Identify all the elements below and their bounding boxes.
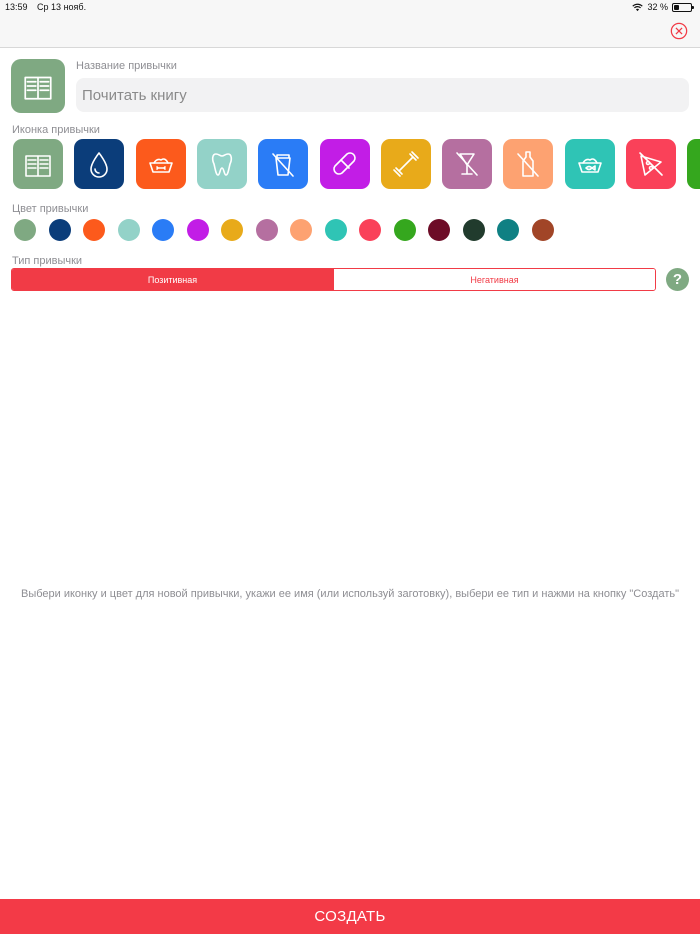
- fish-bowl-icon[interactable]: [564, 139, 615, 189]
- color-swatch[interactable]: [393, 219, 416, 241]
- color-swatch[interactable]: [48, 219, 71, 241]
- color-swatch[interactable]: [255, 219, 278, 241]
- instruction-hint: Выбери иконку и цвет для новой привычки,…: [20, 588, 680, 600]
- no-coffee-icon[interactable]: [258, 139, 309, 189]
- status-date: Ср 13 нояб.: [37, 2, 87, 12]
- color-swatch[interactable]: [497, 219, 519, 241]
- icon-section-label: Иконка привычки: [12, 124, 100, 136]
- no-bottle-icon[interactable]: [503, 139, 554, 189]
- segment-negative[interactable]: Негативная: [333, 269, 655, 290]
- color-swatch[interactable]: [152, 219, 174, 241]
- habit-name-input[interactable]: [76, 78, 689, 112]
- pill-icon[interactable]: [319, 139, 370, 189]
- wifi-icon: [632, 3, 644, 11]
- color-swatch[interactable]: [324, 219, 347, 241]
- color-swatch[interactable]: [462, 219, 485, 241]
- no-pizza-icon[interactable]: [626, 139, 676, 189]
- dumbbell-icon[interactable]: [380, 139, 431, 189]
- close-icon[interactable]: [670, 22, 688, 40]
- status-bar: 13:59 Ср 13 нояб. 32 %: [0, 0, 700, 14]
- icon-picker[interactable]: [13, 139, 700, 191]
- segment-positive[interactable]: Позитивная: [12, 269, 333, 290]
- battery-percent: 32 %: [647, 2, 668, 12]
- status-time: 13:59: [5, 2, 28, 12]
- partial-icon[interactable]: [687, 139, 700, 189]
- habit-preview-icon: [11, 59, 65, 113]
- pet-bowl-icon[interactable]: [135, 139, 186, 189]
- create-button[interactable]: СОЗДАТЬ: [0, 899, 700, 934]
- type-section-label: Тип привычки: [12, 255, 83, 267]
- color-swatch[interactable]: [117, 219, 140, 241]
- color-swatch[interactable]: [186, 219, 209, 241]
- color-swatch[interactable]: [359, 219, 381, 241]
- color-swatch[interactable]: [83, 219, 105, 241]
- color-swatch[interactable]: [14, 219, 36, 241]
- color-section-label: Цвет привычки: [12, 203, 89, 215]
- color-swatch[interactable]: [221, 219, 243, 241]
- habit-type-segmented-control[interactable]: Позитивная Негативная: [11, 268, 656, 291]
- habit-name-label: Название привычки: [76, 60, 177, 72]
- color-swatch[interactable]: [290, 219, 312, 241]
- nav-bar: [0, 14, 700, 48]
- water-drop-icon[interactable]: [74, 139, 125, 189]
- help-button[interactable]: ?: [666, 268, 689, 291]
- tooth-icon[interactable]: [196, 139, 247, 189]
- battery-icon: [672, 2, 694, 12]
- color-swatch[interactable]: [531, 219, 554, 241]
- book-icon[interactable]: [13, 139, 63, 189]
- no-alcohol-icon[interactable]: [442, 139, 493, 189]
- color-swatch[interactable]: [428, 219, 450, 241]
